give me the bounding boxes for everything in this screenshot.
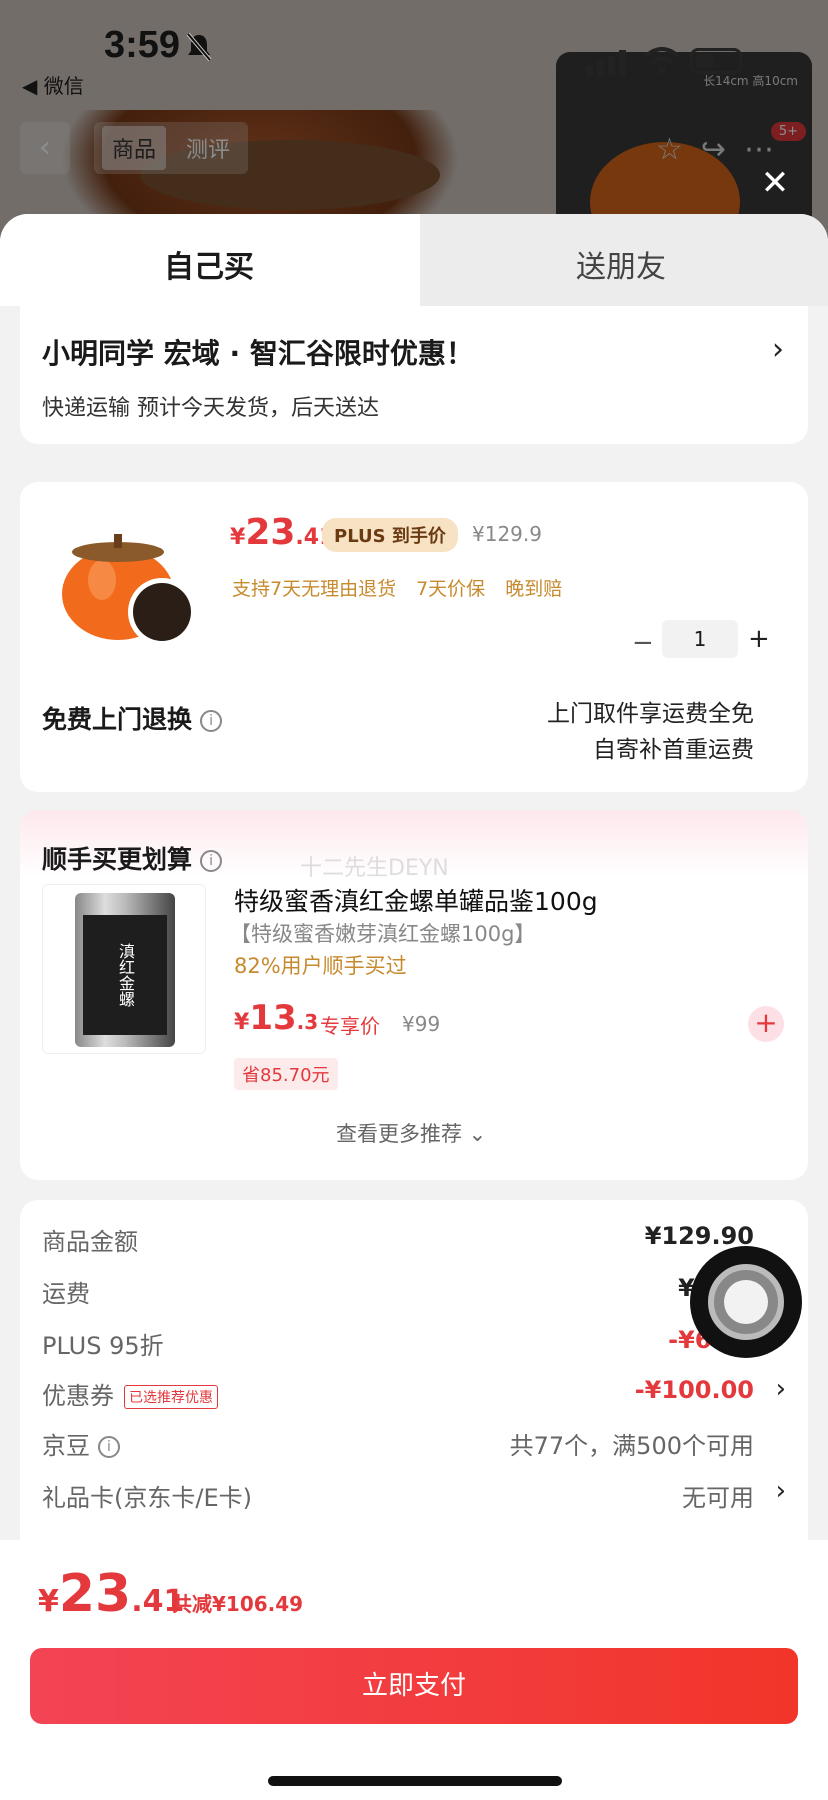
chevron-right-icon[interactable]: ›: [776, 1374, 786, 1404]
service-tag: 支持7天无理由退货: [232, 578, 397, 600]
chevron-right-icon[interactable]: ›: [772, 332, 784, 367]
status-time: 3:59: [104, 24, 181, 66]
recommend-original-price: ¥99: [402, 1012, 441, 1036]
coupon-value: -¥100.00: [634, 1376, 754, 1404]
recommend-product-name[interactable]: 特级蜜香滇红金螺单罐品鉴100g: [234, 882, 598, 918]
total-price: ¥23.41: [38, 1564, 185, 1624]
recommend-product-image[interactable]: 滇红金螺: [42, 884, 206, 1054]
purchase-mode-tabs: 自己买 送朋友: [0, 214, 828, 306]
coupon-row[interactable]: 优惠券 已选推荐优惠 -¥100.00: [42, 1376, 754, 1410]
giftcard-label: 礼品卡(京东卡/E卡): [42, 1484, 252, 1512]
recommend-buy-rate: 82%用户顺手买过: [234, 954, 407, 978]
add-icon[interactable]: +: [748, 1006, 784, 1042]
wifi-icon: [644, 47, 680, 74]
original-price: ¥129.9: [472, 522, 542, 546]
service-tags: 支持7天无理由退货 7天价保 晚到赔: [232, 574, 562, 601]
product-card: ¥23.41 PLUS 到手价 ¥129.9 支持7天无理由退货 7天价保 晚到…: [20, 482, 808, 792]
goods-amount-row: 商品金额 ¥129.90: [42, 1222, 754, 1256]
plus-discount-row: PLUS 95折 -¥6.49: [42, 1326, 754, 1360]
return-desc-1: 上门取件享运费全免: [547, 701, 754, 727]
service-tag: 晚到赔: [505, 578, 563, 600]
giftcard-value: 无可用: [682, 1484, 754, 1512]
total-discount: 共减¥106.49: [172, 1592, 304, 1616]
checkout-footer: ¥23.41 共减¥106.49 立即支付: [0, 1540, 828, 1800]
battery-icon: [690, 48, 742, 74]
return-desc-2: 自寄补首重运费: [593, 737, 754, 763]
chevron-right-icon[interactable]: ›: [776, 1476, 786, 1506]
exclusive-price-label: 专享价: [320, 1014, 380, 1038]
quantity-decrease-button[interactable]: −: [632, 628, 654, 658]
shipping-label: 运费: [42, 1280, 90, 1308]
giftcard-row[interactable]: 礼品卡(京东卡/E卡) 无可用: [42, 1478, 754, 1512]
watermark: 十二先生DEYN: [300, 856, 449, 881]
service-tag: 7天价保: [416, 578, 486, 600]
recommend-price: ¥13.3: [234, 998, 319, 1038]
tab-gift[interactable]: 送朋友: [576, 242, 666, 286]
can-label: 滇红金螺: [83, 915, 167, 1035]
quantity-input[interactable]: 1: [662, 620, 738, 658]
goods-amount-label: 商品金额: [42, 1228, 138, 1256]
shipping-row: 运费 ¥0.00: [42, 1274, 754, 1308]
signal-icon: [586, 50, 626, 76]
jingdou-value: 共77个，满500个可用: [509, 1432, 754, 1460]
view-more-recommend[interactable]: 查看更多推荐 ⌄: [336, 1118, 486, 1148]
free-return-title: 免费上门退换 i: [42, 700, 223, 736]
address-card[interactable]: 小明同学 宏域 · 智汇谷限时优惠！ › 快递运输 预计今天发货，后天送达: [20, 306, 808, 444]
assistive-touch-icon[interactable]: [690, 1246, 802, 1358]
info-icon[interactable]: i: [98, 1436, 120, 1458]
coupon-label: 优惠券 已选推荐优惠: [42, 1376, 218, 1411]
info-icon[interactable]: i: [200, 850, 223, 872]
address-title: 小明同学 宏域 · 智汇谷限时优惠！: [42, 337, 474, 370]
product-image: [62, 534, 196, 646]
bell-muted-icon: [186, 32, 212, 62]
recommend-title: 顺手买更划算 i: [42, 840, 223, 876]
back-to-wechat[interactable]: ◀ 微信: [22, 70, 84, 99]
jingdou-label: 京豆 i: [42, 1426, 120, 1461]
home-indicator[interactable]: [268, 1776, 562, 1786]
plus-price-tag: PLUS 到手价: [322, 518, 458, 552]
jingdou-row: 京豆 i 共77个，满500个可用: [42, 1426, 754, 1460]
pay-now-button[interactable]: 立即支付: [30, 1648, 798, 1724]
status-bar: 3:59 ◀ 微信: [0, 0, 828, 100]
info-icon[interactable]: i: [200, 710, 223, 732]
product-price: ¥23.41: [230, 512, 335, 553]
quantity-increase-button[interactable]: +: [748, 624, 770, 654]
delivery-estimate: 快递运输 预计今天发货，后天送达: [42, 396, 379, 421]
plus-discount-label: PLUS 95折: [42, 1332, 164, 1360]
save-amount-badge: 省85.70元: [234, 1058, 338, 1090]
coupon-tag: 已选推荐优惠: [124, 1385, 218, 1409]
recommend-product-spec: 【特级蜜香嫩芽滇红金螺100g】: [230, 922, 536, 946]
recommend-card: 顺手买更划算 i 十二先生DEYN 滇红金螺 特级蜜香滇红金螺单罐品鉴100g 【…: [20, 810, 808, 1180]
close-icon[interactable]: ✕: [760, 166, 790, 200]
assistive-touch-ring: [708, 1264, 784, 1340]
tab-self-buy[interactable]: 自己买: [164, 242, 254, 286]
